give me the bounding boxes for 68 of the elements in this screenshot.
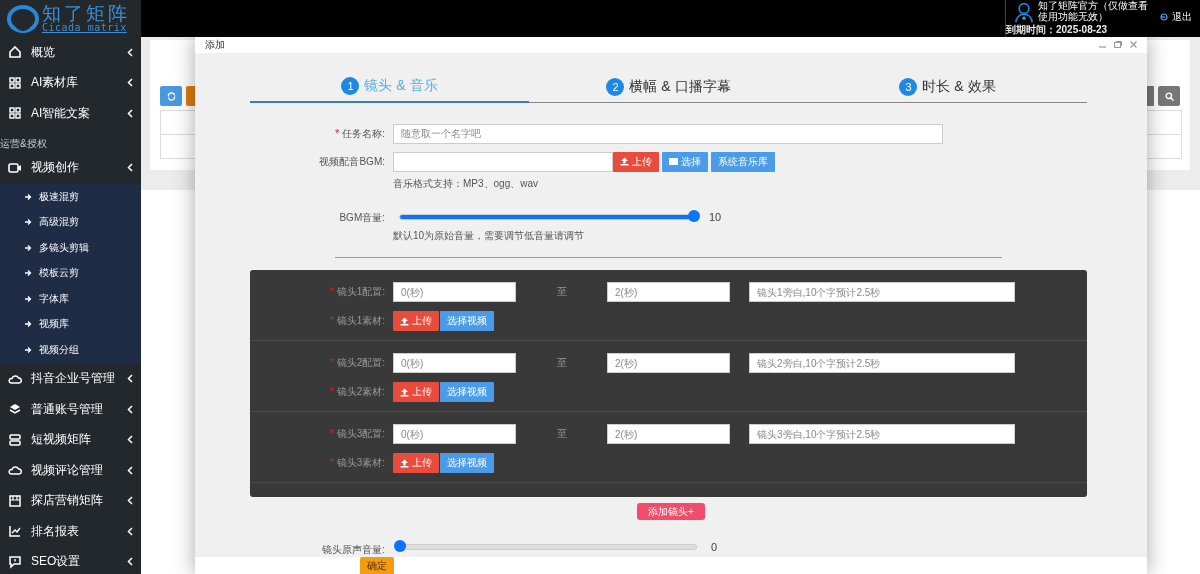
logout-link[interactable]: 退出 bbox=[1154, 10, 1200, 24]
sidebar-item[interactable]: 抖音企业号管理 bbox=[0, 363, 141, 394]
field-label: 镜头1配置: bbox=[336, 286, 385, 298]
field-label: 镜头2配置: bbox=[336, 357, 385, 369]
upload-button[interactable]: 上传 bbox=[613, 151, 659, 172]
sidebar-item[interactable]: 视频评论管理 bbox=[0, 455, 141, 486]
required-mark: * bbox=[329, 285, 334, 298]
step-tab[interactable]: 3 时长 & 效果 bbox=[808, 71, 1087, 103]
range-separator: 至 bbox=[555, 356, 568, 371]
upload-button[interactable]: 上传 bbox=[393, 382, 439, 403]
sidebar-item[interactable]: 概览 bbox=[0, 37, 141, 68]
step-tab[interactable]: 2 横幅 & 口播字幕 bbox=[529, 71, 808, 103]
expiry-date: 到期时间：2025-08-23 bbox=[1006, 24, 1109, 37]
sidebar-item[interactable]: 探店营销矩阵 bbox=[0, 485, 141, 516]
sidebar-item[interactable]: AI素材库 bbox=[0, 67, 141, 98]
logo-subtitle: Cicada matrix bbox=[42, 23, 128, 33]
input-field[interactable]: 镜头3旁白,10个字预计2.5秒 bbox=[749, 424, 1015, 445]
confirm-button[interactable]: 确定 bbox=[360, 557, 394, 574]
logo-title: 知了矩阵 bbox=[42, 4, 130, 23]
field-label: 镜头3素材: bbox=[336, 457, 385, 469]
input-field[interactable]: 0(秒) bbox=[393, 424, 516, 445]
required-mark: * bbox=[329, 456, 334, 469]
required-mark: * bbox=[329, 385, 334, 398]
input-field[interactable]: 2(秒) bbox=[607, 424, 730, 445]
submenu-item[interactable]: 模板云剪 bbox=[0, 260, 141, 286]
upload-button[interactable]: 上传 bbox=[393, 453, 439, 474]
sidebar-item[interactable]: SEO设置 bbox=[0, 546, 141, 574]
field-label: 视频配音BGM: bbox=[318, 154, 385, 169]
field-label: 镜头2素材: bbox=[336, 386, 385, 398]
field-label: 镜头1素材: bbox=[336, 315, 385, 327]
field-label: 任务名称: bbox=[342, 127, 385, 139]
input-field[interactable]: 镜头1旁白,10个字预计2.5秒 bbox=[749, 282, 1015, 303]
sidebar-item[interactable]: 视频创作 bbox=[0, 152, 141, 183]
field-label: BGM音量: bbox=[338, 210, 385, 225]
submenu-item[interactable]: 视频库 bbox=[0, 311, 141, 337]
range-separator: 至 bbox=[555, 427, 568, 442]
section-label: 运营&授权 bbox=[0, 136, 48, 151]
sidebar-item[interactable]: 排名报表 bbox=[0, 516, 141, 547]
required-mark: * bbox=[329, 314, 334, 327]
hint-text: 音乐格式支持：MP3、ogg、wav bbox=[393, 176, 540, 191]
hint-text: 默认10为原始音量，需要调节低音量请调节 bbox=[393, 228, 586, 243]
dialog-title: 添加 bbox=[205, 37, 226, 52]
input-field[interactable]: 0(秒) bbox=[393, 282, 516, 303]
input-field[interactable]: 2(秒) bbox=[607, 282, 730, 303]
input-field[interactable]: 镜头2旁白,10个字预计2.5秒 bbox=[749, 353, 1015, 374]
submenu-item[interactable]: 高级混剪 bbox=[0, 209, 141, 235]
slider-value: 10 bbox=[709, 210, 722, 223]
step-tab[interactable]: 1 镜头 & 音乐 bbox=[250, 71, 529, 103]
input-field[interactable]: 随意取一个名字吧 bbox=[393, 123, 943, 144]
sidebar-item[interactable]: 短视频矩阵 bbox=[0, 424, 141, 455]
upload-button[interactable]: 上传 bbox=[393, 311, 439, 332]
field-label: 镜头原声音量: bbox=[321, 542, 385, 557]
submenu-item[interactable]: 字体库 bbox=[0, 286, 141, 312]
sidebar-item[interactable]: 普通账号管理 bbox=[0, 394, 141, 425]
submenu-item[interactable]: 视频分组 bbox=[0, 337, 141, 363]
user-name: 知了矩阵官方（仅做查看使用功能无效） bbox=[1038, 0, 1149, 24]
range-separator: 至 bbox=[555, 285, 568, 300]
required-mark: * bbox=[329, 356, 334, 369]
required-mark: * bbox=[329, 427, 334, 440]
submenu-item[interactable]: 多镜头剪辑 bbox=[0, 235, 141, 261]
input-field[interactable]: 2(秒) bbox=[607, 353, 730, 374]
field-label: 镜头3配置: bbox=[336, 428, 385, 440]
submenu-item[interactable]: 极速混剪 bbox=[0, 184, 141, 210]
add-shot-button[interactable]: 添加镜头+ bbox=[637, 503, 705, 520]
input-field[interactable]: 0(秒) bbox=[393, 353, 516, 374]
required-mark: * bbox=[334, 126, 340, 139]
sidebar-item[interactable]: AI智能文案 bbox=[0, 98, 141, 129]
slider-value: 0 bbox=[711, 540, 718, 553]
